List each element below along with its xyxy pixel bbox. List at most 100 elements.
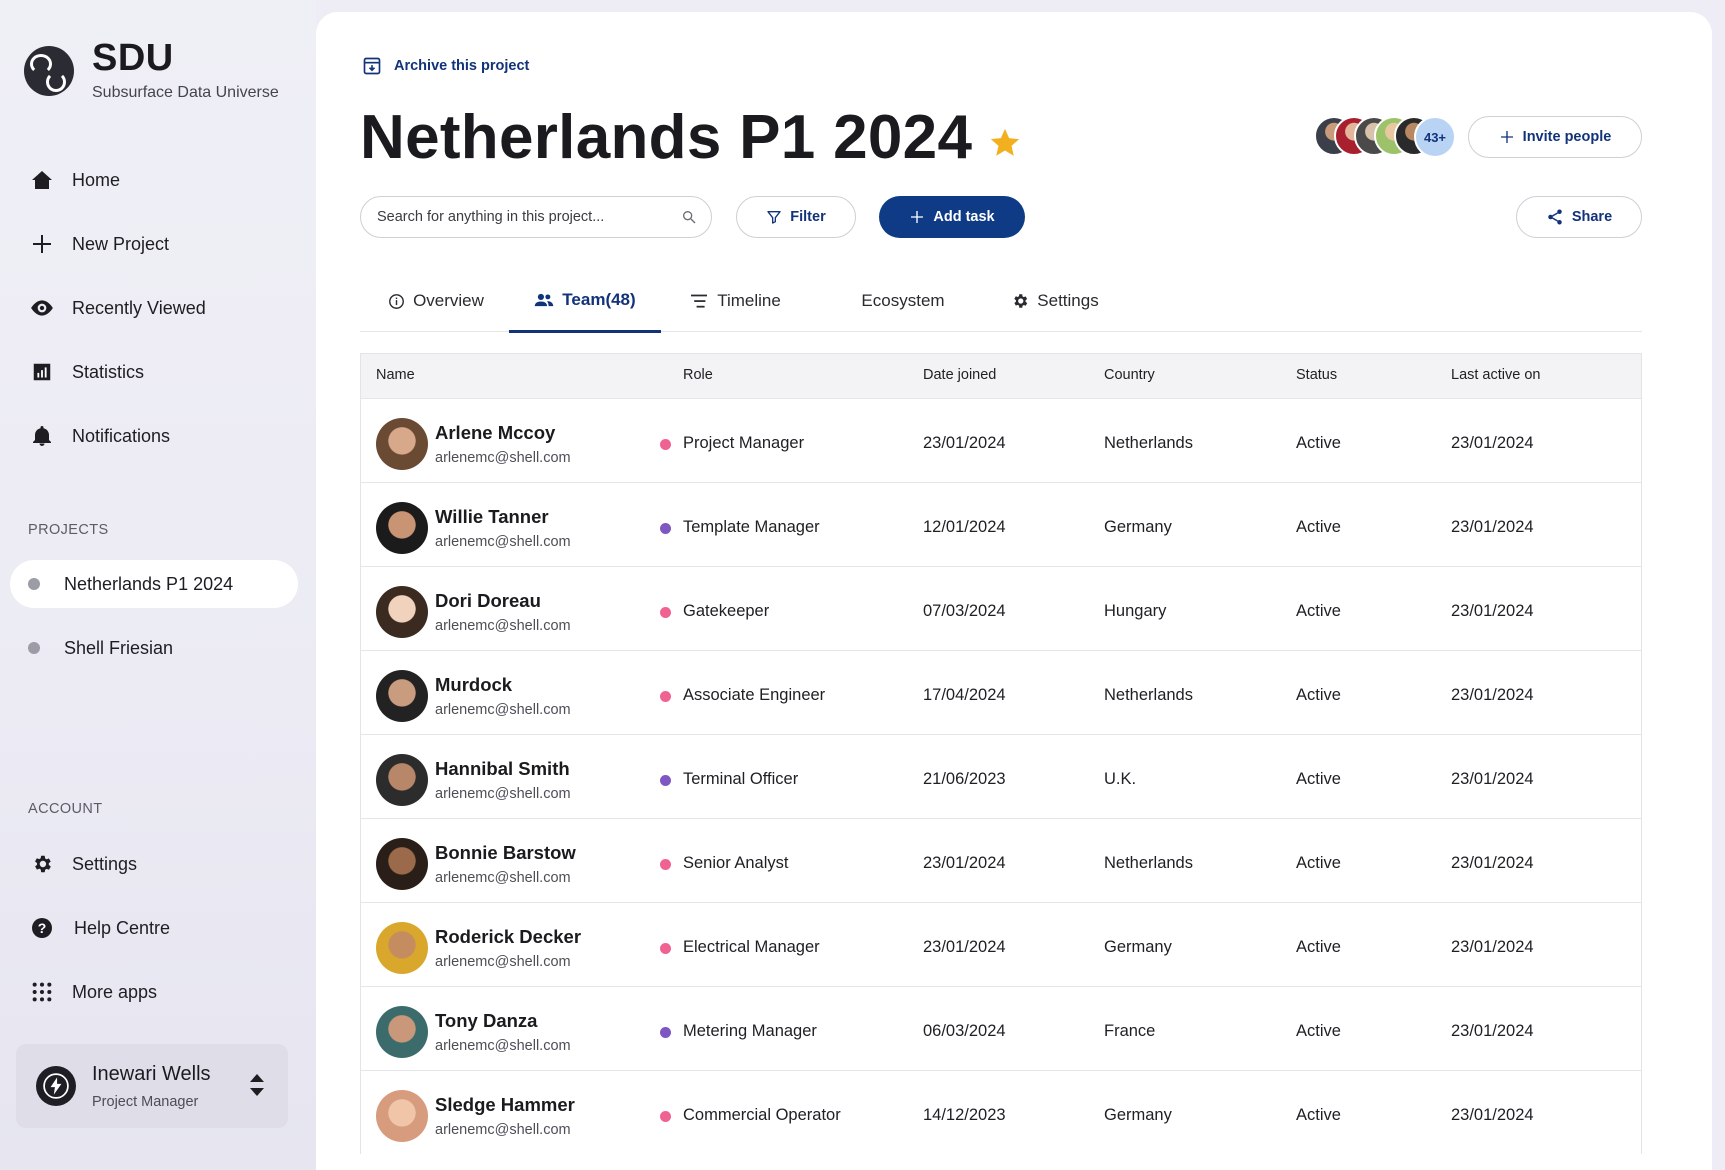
member-country: France [1104,1022,1156,1040]
tab-ecosystem[interactable]: Ecosystem [828,270,978,332]
nav-item-notifications[interactable]: Notifications [28,404,206,468]
member-name: Sledge Hammer [435,1094,575,1115]
member-name: Bonnie Barstow [435,842,576,863]
invite-people-label: Invite people [1522,129,1612,145]
nav-item-settings[interactable]: Settings [28,832,170,896]
member-last-active: 23/01/2024 [1451,1106,1534,1124]
chart-icon [28,358,56,386]
role-dot [660,607,671,618]
member-status: Active [1296,434,1341,452]
filter-icon [767,211,781,224]
main-panel: Archive this project Netherlands P1 2024… [316,12,1712,1170]
column-header-last-active[interactable]: Last active on [1451,367,1540,383]
project-label: Shell Friesian [64,637,174,658]
home-icon [28,166,56,194]
table-row[interactable]: Tony Danza arlenemc@shell.com Metering Man… [361,986,1641,1070]
member-date-joined: 21/06/2023 [923,770,1006,788]
tab-overview[interactable]: Overview [360,270,512,332]
help-icon: ? [28,914,56,942]
table-row[interactable]: Hannibal Smith arlenemc@shell.com Terminal… [361,734,1641,818]
user-role: Project Manager [92,1093,199,1110]
star-icon[interactable] [988,104,1022,175]
member-avatars[interactable]: 43+ [1314,116,1456,158]
share-button[interactable]: Share [1516,196,1642,238]
member-email: arlenemc@shell.com [435,702,571,718]
member-email: arlenemc@shell.com [435,534,571,550]
member-country: U.K. [1104,770,1137,788]
nav-item-more-apps[interactable]: More apps [28,960,170,1024]
role-dot [660,439,671,450]
page-title: Netherlands P1 2024 [360,103,973,172]
member-email: arlenemc@shell.com [435,786,571,802]
tab-label: Timeline [717,291,781,310]
plus-icon [28,230,56,258]
role-dot [660,1111,671,1122]
role-dot [660,775,671,786]
column-header-status[interactable]: Status [1296,367,1337,383]
gear-icon [28,850,56,878]
member-name: Murdock [435,674,513,695]
member-name: Roderick Decker [435,926,582,947]
member-status: Active [1296,938,1341,956]
member-date-joined: 23/01/2024 [923,434,1006,452]
table-row[interactable]: Bonnie Barstow arlenemc@shell.com Senior A… [361,818,1641,902]
tab-timeline[interactable]: Timeline [660,270,810,332]
table-row[interactable]: Willie Tanner arlenemc@shell.com Template … [361,482,1641,566]
role-dot [660,859,671,870]
tab-settings[interactable]: Settings [980,270,1130,332]
nav-item-statistics[interactable]: Statistics [28,340,206,404]
member-date-joined: 12/01/2024 [923,518,1006,536]
nav-item-new-project[interactable]: New Project [28,212,206,276]
nav-item-label: Statistics [72,361,145,382]
member-status: Active [1296,686,1341,704]
column-header-role[interactable]: Role [683,367,713,383]
member-date-joined: 06/03/2024 [923,1022,1006,1040]
sidebar: SDU Subsurface Data Universe Home New Pr… [0,0,316,1170]
member-role: Gatekeeper [683,602,770,620]
filter-button[interactable]: Filter [736,196,856,238]
column-header-date-joined[interactable]: Date joined [923,367,996,383]
member-status: Active [1296,1022,1341,1040]
eye-icon [28,294,56,322]
member-status: Active [1296,770,1341,788]
table-row[interactable]: Arlene Mccoy arlenemc@shell.com Project Ma… [361,398,1641,482]
nav-item-help-centre[interactable]: ? Help Centre [28,896,170,960]
project-search[interactable] [360,196,712,238]
member-name: Arlene Mccoy [435,422,556,443]
table-row[interactable]: Murdock arlenemc@shell.com Associate Engin… [361,650,1641,734]
nav-item-label: Notifications [72,425,171,446]
column-header-name[interactable]: Name [376,367,415,383]
member-role: Electrical Manager [683,938,820,956]
tab-label: Settings [1037,291,1099,310]
brand[interactable]: SDU Subsurface Data Universe [24,36,279,102]
table-row[interactable]: Sledge Hammer arlenemc@shell.com Commercia… [361,1070,1641,1154]
share-label: Share [1571,209,1613,225]
nav-item-label: More apps [72,981,158,1002]
member-name: Tony Danza [435,1010,538,1031]
add-task-button[interactable]: Add task [879,196,1025,238]
member-last-active: 23/01/2024 [1451,602,1534,620]
member-avatar [376,754,428,806]
people-icon [535,293,554,307]
table-row[interactable]: Roderick Decker arlenemc@shell.com Electri… [361,902,1641,986]
member-role: Project Manager [683,434,805,452]
invite-people-button[interactable]: Invite people [1468,116,1642,158]
expand-collapse-icon[interactable] [248,1072,266,1103]
search-input[interactable] [377,209,681,225]
project-item-netherlands-p1-2024[interactable]: Netherlands P1 2024 [10,560,298,608]
table-body: Arlene Mccoy arlenemc@shell.com Project Ma… [361,398,1641,1154]
search-icon[interactable] [681,209,697,225]
user-name: Inewari Wells [92,1062,211,1085]
table-row[interactable]: Dori Doreau arlenemc@shell.com Gatekeeper 0… [361,566,1641,650]
member-role: Template Manager [683,518,820,536]
archive-project-link[interactable]: Archive this project [362,56,529,76]
project-item-shell-friesian[interactable]: Shell Friesian [10,624,298,672]
nav-item-recently-viewed[interactable]: Recently Viewed [28,276,206,340]
column-header-country[interactable]: Country [1104,367,1155,383]
user-switcher[interactable]: Inewari Wells Project Manager [16,1044,288,1128]
member-avatar [376,418,428,470]
tab-team[interactable]: Team(48) [509,270,661,333]
nav-item-home[interactable]: Home [28,148,206,212]
project-tabs: Overview Team(48) Timeline Ecosystem Set… [360,270,1642,333]
member-role: Commercial Operator [683,1106,841,1124]
